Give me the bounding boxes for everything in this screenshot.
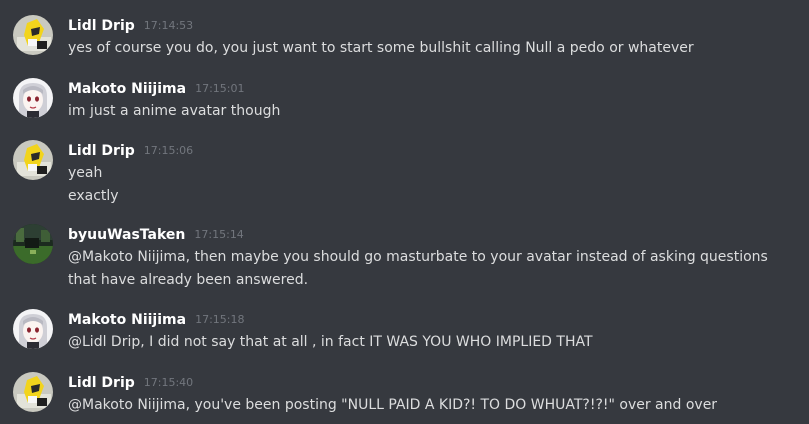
message-header: Lidl Drip 17:14:53 [68,15,193,35]
message-content: @Makoto Niijima, then maybe you should g… [68,246,798,292]
timestamp: 17:15:14 [194,228,244,241]
message-line: @Makoto Niijima, then maybe you should g… [68,249,768,265]
lidl-drip-avatar[interactable] [13,140,53,180]
message-line: yes of course you do, you just want to s… [68,40,694,56]
message-line: exactly [68,188,119,204]
message-header: Makoto Niijima 17:15:01 [68,78,244,98]
message-line: @Makoto Niijima, you've been posting "NU… [68,397,718,413]
lidl-drip-avatar[interactable] [13,15,53,55]
username[interactable]: Makoto Niijima [68,81,186,97]
username[interactable]: Makoto Niijima [68,312,186,328]
message-content: yeah exactly [68,162,798,208]
timestamp: 17:15:18 [195,313,245,326]
makoto-niijima-avatar[interactable] [13,78,53,118]
timestamp: 17:15:01 [195,82,245,95]
byuuwastaken-avatar[interactable] [13,224,53,264]
username[interactable]: Lidl Drip [68,375,135,391]
makoto-niijima-avatar[interactable] [13,309,53,349]
timestamp: 17:15:40 [143,376,194,389]
chat-messages: Lidl Drip 17:14:53 yes of course you do, … [0,0,809,424]
message-header: Lidl Drip 17:15:40 [68,372,193,392]
timestamp: 17:15:06 [143,144,194,157]
message-header: Makoto Niijima 17:15:18 [68,309,244,329]
message-content: im just a anime avatar though [68,100,798,123]
username[interactable]: byuuWasTaken [68,227,185,243]
message-line: yeah [68,165,103,181]
message-content: yes of course you do, you just want to s… [68,37,798,60]
message-content: @Lidl Drip, I did not say that at all , … [68,331,798,354]
message-header: Lidl Drip 17:15:06 [68,140,193,160]
message-content: @Makoto Niijima, you've been posting "NU… [68,394,798,417]
lidl-drip-avatar[interactable] [13,372,53,412]
message-line: that have already been answered. [68,272,309,288]
username[interactable]: Lidl Drip [68,143,135,159]
message-line: @Lidl Drip, I did not say that at all , … [68,334,593,350]
message-header: byuuWasTaken 17:15:14 [68,224,244,244]
message-line: im just a anime avatar though [68,103,281,119]
timestamp: 17:14:53 [143,19,194,32]
username[interactable]: Lidl Drip [68,18,135,34]
